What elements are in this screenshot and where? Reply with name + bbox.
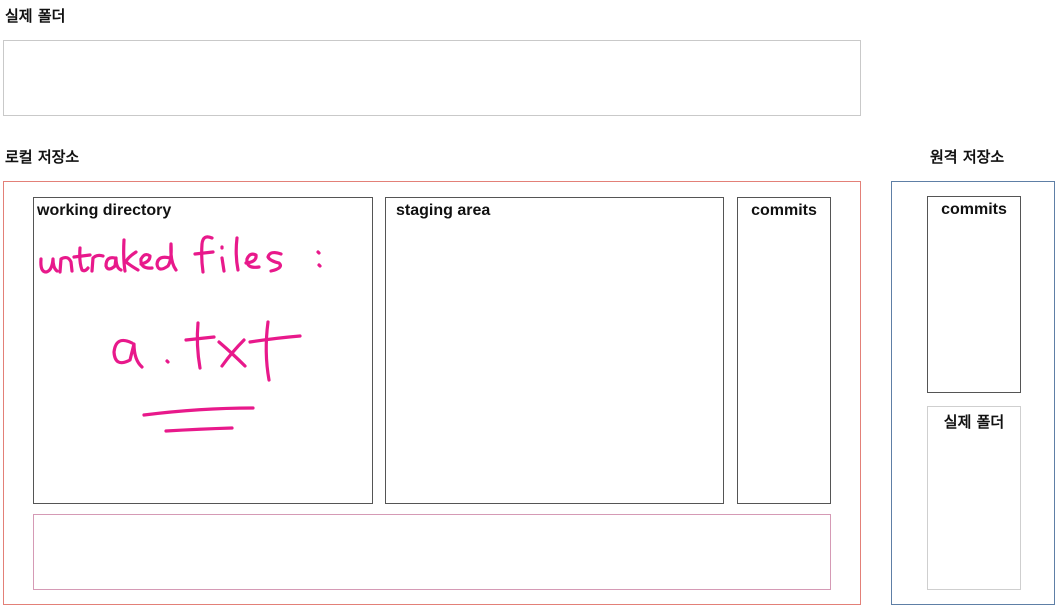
remote-real-folder-panel: 실제 폴더 [927, 406, 1021, 590]
local-real-folder-box [33, 514, 831, 590]
remote-commits-title: commits [941, 201, 1007, 218]
remote-repo-heading: 원격 저장소 [930, 148, 1005, 166]
remote-real-folder-title: 실제 폴더 [943, 413, 1005, 431]
real-folder-box [3, 40, 861, 116]
local-commits-panel: commits [737, 197, 831, 504]
staging-area-title: staging area [396, 202, 491, 219]
real-folder-heading: 실제 폴더 [5, 7, 66, 25]
working-directory-panel: working directory [33, 197, 373, 504]
local-commits-title: commits [751, 202, 817, 219]
working-directory-title: working directory [37, 202, 172, 219]
staging-area-panel: staging area [385, 197, 724, 504]
local-repo-heading: 로컬 저장소 [5, 148, 80, 166]
remote-commits-panel: commits [927, 196, 1021, 393]
